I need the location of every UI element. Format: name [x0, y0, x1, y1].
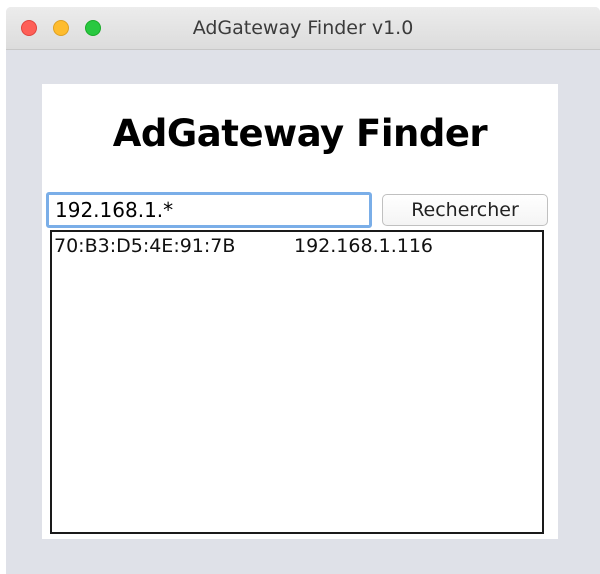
- ip-address: 192.168.1.116: [294, 235, 434, 257]
- search-button[interactable]: Rechercher: [382, 194, 548, 226]
- ip-range-input[interactable]: [46, 192, 372, 228]
- app-window: AdGateway Finder v1.0 AdGateway Finder R…: [6, 7, 600, 574]
- main-panel: AdGateway Finder Rechercher 70:B3:D5:4E:…: [42, 84, 558, 539]
- result-row[interactable]: 70:B3:D5:4E:91:7B 192.168.1.116: [52, 232, 542, 258]
- title-bar[interactable]: AdGateway Finder v1.0: [6, 7, 600, 50]
- app-heading: AdGateway Finder: [112, 112, 488, 155]
- results-list[interactable]: 70:B3:D5:4E:91:7B 192.168.1.116: [50, 230, 544, 534]
- window-title: AdGateway Finder v1.0: [192, 17, 414, 39]
- mac-address: 70:B3:D5:4E:91:7B: [54, 235, 236, 257]
